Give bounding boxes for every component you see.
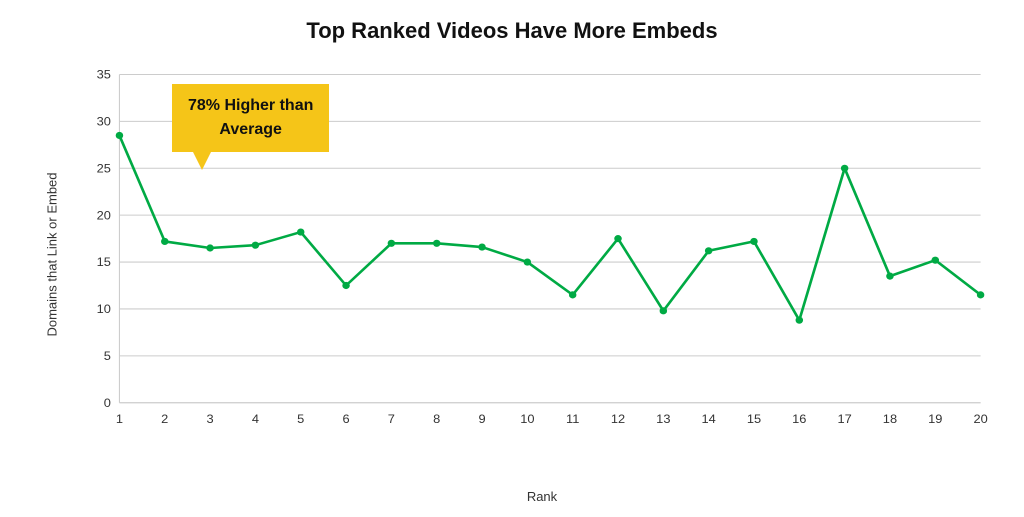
- svg-text:19: 19: [928, 412, 942, 426]
- svg-text:13: 13: [656, 412, 670, 426]
- svg-text:5: 5: [297, 412, 304, 426]
- svg-text:35: 35: [97, 68, 111, 82]
- svg-text:9: 9: [478, 412, 485, 426]
- svg-text:30: 30: [97, 115, 111, 129]
- svg-text:10: 10: [520, 412, 534, 426]
- svg-text:3: 3: [207, 412, 214, 426]
- svg-text:15: 15: [97, 255, 111, 269]
- chart-title: Top Ranked Videos Have More Embeds: [306, 18, 717, 44]
- chart-container: Top Ranked Videos Have More Embeds Domai…: [0, 0, 1024, 517]
- svg-text:20: 20: [97, 209, 111, 223]
- svg-text:6: 6: [342, 412, 349, 426]
- svg-text:2: 2: [161, 412, 168, 426]
- svg-text:11: 11: [566, 412, 579, 426]
- svg-text:20: 20: [973, 412, 987, 426]
- svg-text:12: 12: [611, 412, 625, 426]
- svg-text:25: 25: [97, 162, 111, 176]
- svg-text:16: 16: [792, 412, 806, 426]
- svg-text:1: 1: [116, 412, 123, 426]
- y-axis-label: Domains that Link or Embed: [45, 172, 60, 336]
- svg-text:17: 17: [837, 412, 851, 426]
- svg-text:10: 10: [97, 302, 111, 316]
- svg-text:5: 5: [104, 349, 111, 363]
- svg-text:8: 8: [433, 412, 440, 426]
- svg-text:0: 0: [104, 396, 111, 410]
- svg-text:4: 4: [252, 412, 259, 426]
- svg-text:14: 14: [702, 412, 716, 426]
- tooltip-text: 78% Higher thanAverage: [188, 97, 313, 138]
- svg-text:15: 15: [747, 412, 761, 426]
- svg-text:18: 18: [883, 412, 897, 426]
- tooltip-box: 78% Higher thanAverage: [172, 84, 329, 152]
- svg-text:7: 7: [388, 412, 395, 426]
